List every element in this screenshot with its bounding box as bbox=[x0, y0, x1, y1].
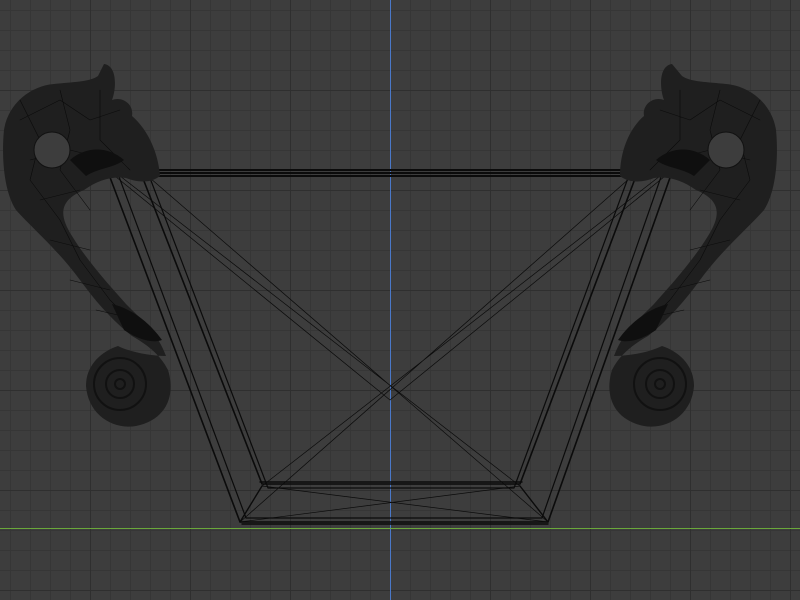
dragon-left-eye-hole bbox=[33, 131, 71, 169]
vessel-diagonals bbox=[109, 171, 671, 523]
dragon-right-eye-hole bbox=[707, 131, 745, 169]
vessel-inner-wall-2 bbox=[149, 177, 629, 489]
vessel-rim bbox=[107, 169, 673, 177]
dragon-right-mesh bbox=[609, 64, 777, 427]
wireframe-scene[interactable] bbox=[0, 0, 800, 600]
vessel-outer-wall-2 bbox=[117, 173, 663, 519]
vessel-body[interactable] bbox=[107, 169, 673, 525]
dragon-handle-right[interactable] bbox=[609, 64, 777, 427]
dragon-left-mesh bbox=[3, 64, 171, 427]
3d-viewport[interactable] bbox=[0, 0, 800, 600]
vessel-outer-wall bbox=[107, 171, 673, 523]
dragon-handle-left[interactable] bbox=[3, 64, 171, 427]
